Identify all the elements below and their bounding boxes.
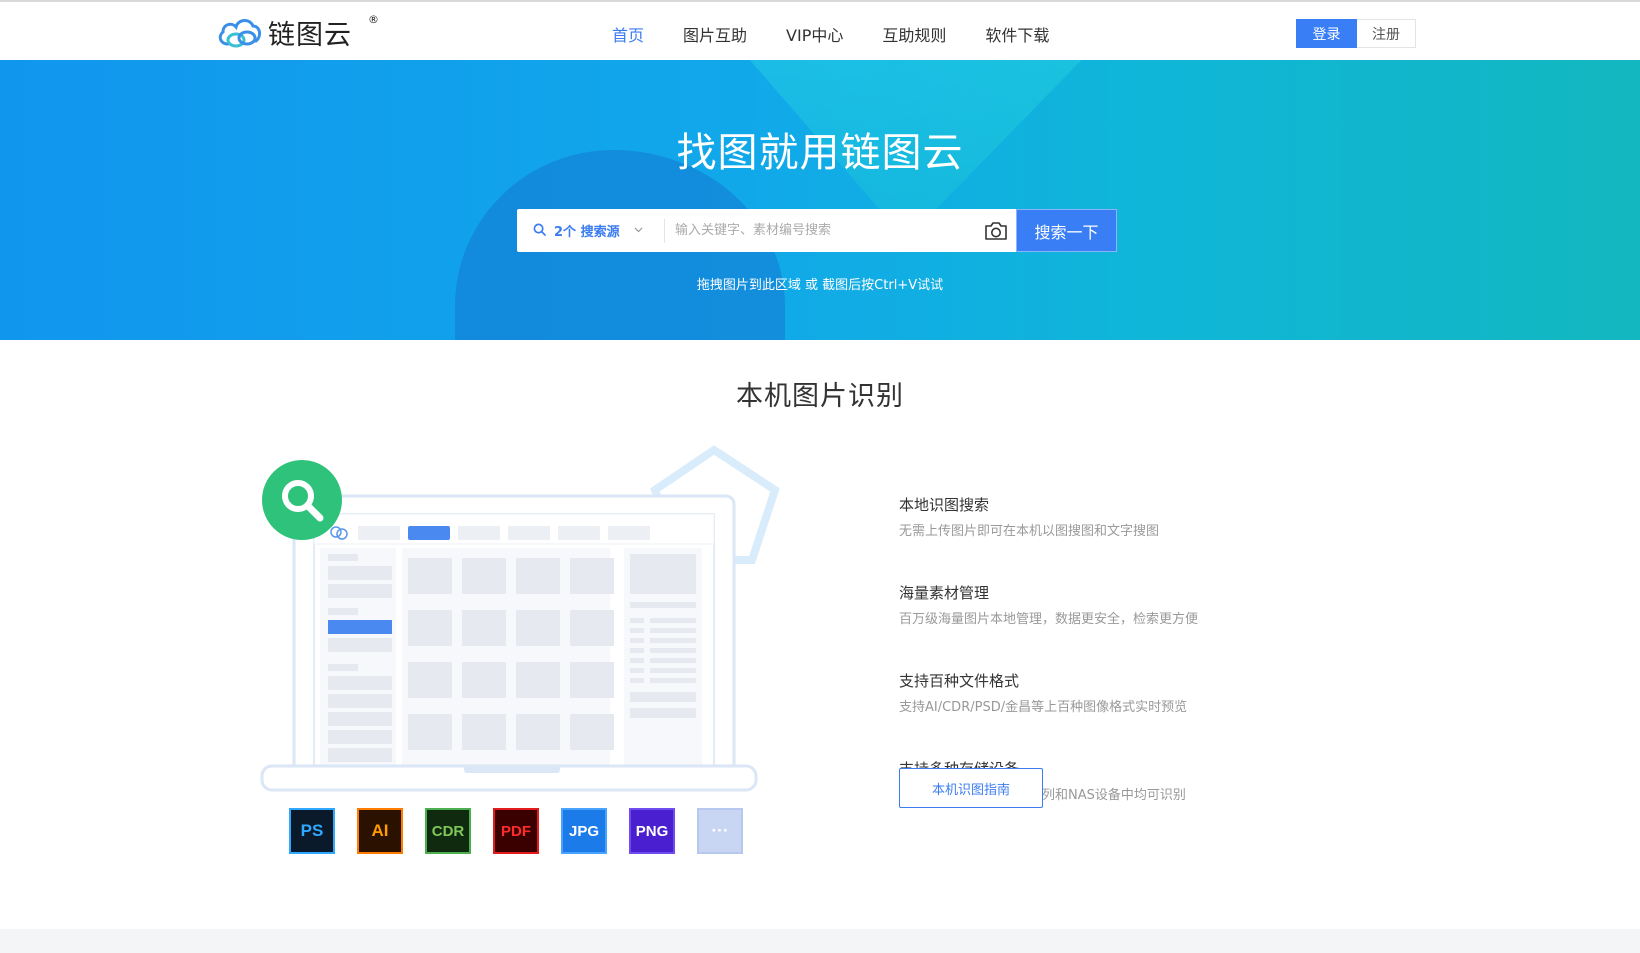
cloud-logo-icon	[218, 19, 262, 48]
nav-home[interactable]: 首页	[612, 22, 644, 46]
main-nav: 首页 图片互助 VIP中心 互助规则 软件下载	[612, 22, 1088, 46]
jpg-format-icon: JPG	[561, 808, 607, 854]
feature-desc: 百万级海量图片本地管理，数据更安全，检索更方便	[899, 612, 1199, 627]
feature-item: 海量素材管理 百万级海量图片本地管理，数据更安全，检索更方便	[899, 582, 1199, 627]
registered-mark: ®	[368, 13, 379, 26]
camera-icon[interactable]	[976, 209, 1016, 252]
nav-software-download[interactable]: 软件下载	[985, 22, 1049, 46]
register-button[interactable]: 注册	[1357, 19, 1416, 48]
section-title: 本机图片识别	[736, 381, 904, 412]
nav-image-help[interactable]: 图片互助	[683, 22, 747, 46]
search-bar: 2个 搜索源 搜索一下	[517, 209, 1117, 252]
nav-vip-center[interactable]: VIP中心	[786, 22, 843, 46]
format-badges: PS AI CDR PDF JPG PNG ···	[289, 808, 765, 854]
cdr-format-icon: CDR	[425, 808, 471, 854]
hero-banner: 找图就用链图云 2个 搜索源 搜索一下 拖拽图片到此区域 或 截图后按Ctrl+…	[0, 60, 1640, 340]
footer-strip	[0, 929, 1640, 953]
auth-buttons: 登录 注册	[1296, 19, 1416, 48]
logo-text: 链图云	[268, 19, 352, 51]
magnifier-badge-icon	[262, 460, 342, 540]
hero-title: 找图就用链图云	[676, 130, 964, 176]
feature-desc: 无需上传图片即可在本机以图搜图和文字搜图	[899, 524, 1160, 539]
laptop-illustration	[260, 445, 780, 792]
feature-title: 支持百种文件格式	[899, 672, 1020, 690]
top-header: 链图云 ® 首页 图片互助 VIP中心 互助规则 软件下载 登录 注册	[0, 0, 1640, 60]
drag-drop-hint: 拖拽图片到此区域 或 截图后按Ctrl+V试试	[696, 278, 944, 293]
ai-format-icon: AI	[357, 808, 403, 854]
ps-format-icon: PS	[289, 808, 335, 854]
logo[interactable]: 链图云 ®	[216, 13, 379, 51]
nav-help-rules[interactable]: 互助规则	[882, 22, 946, 46]
login-button[interactable]: 登录	[1296, 19, 1357, 48]
feature-item: 支持百种文件格式 支持AI/CDR/PSD/金昌等上百种图像格式实时预览	[899, 670, 1198, 715]
feature-item: 本地识图搜索 无需上传图片即可在本机以图搜图和文字搜图	[899, 494, 1198, 539]
local-recognition-guide-button[interactable]: 本机识图指南	[899, 768, 1043, 808]
search-icon	[533, 222, 546, 240]
local-recognition-illustration	[250, 440, 790, 860]
feature-title: 海量素材管理	[899, 584, 990, 602]
feature-desc: 支持AI/CDR/PSD/金昌等上百种图像格式实时预览	[899, 700, 1188, 715]
chevron-down-icon	[634, 225, 643, 236]
search-source-label: 2个 搜索源	[554, 225, 620, 240]
search-button[interactable]: 搜索一下	[1016, 209, 1117, 252]
png-format-icon: PNG	[629, 808, 675, 854]
search-input[interactable]	[665, 210, 976, 251]
pdf-format-icon: PDF	[493, 808, 539, 854]
search-source-dropdown[interactable]: 2个 搜索源	[517, 218, 665, 243]
feature-title: 本地识图搜索	[899, 496, 990, 514]
more-formats-icon: ···	[697, 808, 743, 854]
